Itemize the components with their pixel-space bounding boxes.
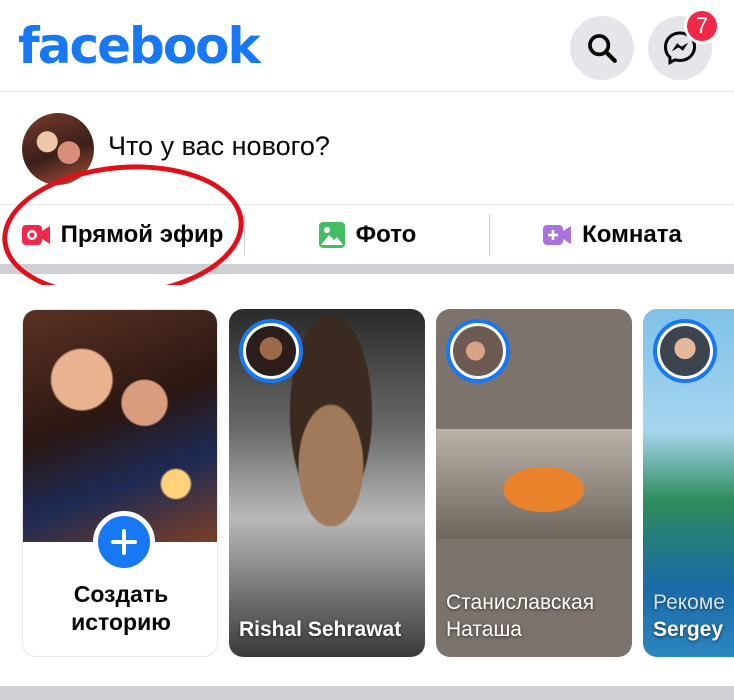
story-author: Станиславская Наташа: [446, 589, 594, 643]
story-author-line1: Станиславская: [446, 591, 595, 614]
add-story-button[interactable]: [93, 511, 155, 573]
create-story-line1: Создать: [73, 581, 169, 607]
story-avatar: [239, 319, 303, 383]
story-photo: [436, 429, 632, 539]
story-author: Rishal Sehrawat: [239, 616, 401, 643]
story-avatar: [653, 319, 717, 383]
story-card[interactable]: Rishal Sehrawat: [229, 309, 425, 657]
story-author-line1: Рекоме: [653, 591, 725, 614]
stories-tray: Создать историю Rishal Sehrawat Станисла…: [0, 285, 734, 685]
top-header: facebook 7: [0, 0, 734, 92]
story-avatar: [446, 319, 510, 383]
create-story-label: Создать историю: [23, 580, 217, 636]
create-story-photo: [23, 310, 217, 542]
room-label: Комната: [582, 221, 682, 248]
create-story-card[interactable]: Создать историю: [22, 309, 218, 657]
feed-separator: [0, 686, 734, 700]
story-author-line2: Sergey: [653, 618, 724, 641]
composer-placeholder[interactable]: Что у вас нового?: [108, 131, 330, 162]
story-author: Рекоме Sergey: [653, 589, 725, 643]
photo-button[interactable]: Фото: [245, 206, 489, 264]
facebook-logo[interactable]: facebook: [18, 16, 261, 76]
messenger-badge: 7: [684, 8, 720, 44]
story-author-line2: Наташа: [446, 618, 522, 641]
story-card[interactable]: Рекоме Sergey: [643, 309, 734, 657]
search-icon: [588, 34, 617, 63]
create-story-line2: историю: [71, 609, 171, 635]
plus-icon: [111, 529, 137, 555]
story-author-line1: Rishal Sehrawat: [239, 618, 402, 641]
photo-label: Фото: [355, 221, 417, 248]
room-button[interactable]: Комната: [490, 206, 734, 264]
story-card[interactable]: Станиславская Наташа: [436, 309, 632, 657]
search-button[interactable]: [570, 16, 634, 80]
room-icon: [543, 225, 572, 245]
photo-icon: [318, 222, 345, 248]
